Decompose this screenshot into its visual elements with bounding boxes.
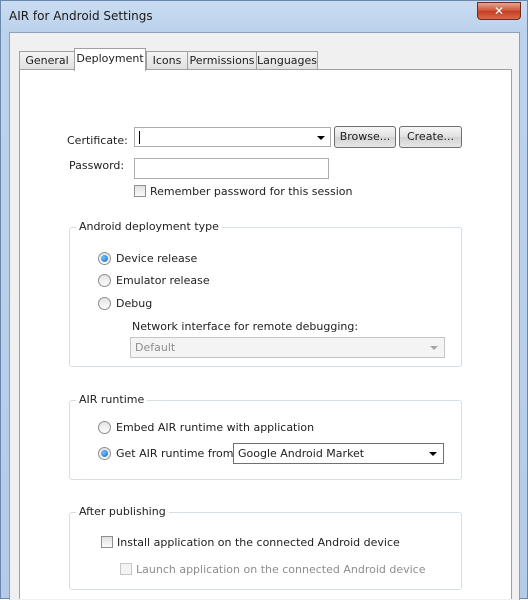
- tab-permissions[interactable]: Permissions: [187, 51, 257, 69]
- browse-button[interactable]: Browse...: [334, 126, 396, 148]
- chevron-down-icon: [317, 136, 325, 140]
- remember-password-checkbox[interactable]: [134, 185, 146, 197]
- password-label: Password:: [69, 159, 125, 172]
- tab-deployment[interactable]: Deployment: [74, 48, 146, 71]
- deployment-type-group: Android deployment type Device release E…: [69, 220, 462, 367]
- install-app-checkbox[interactable]: [101, 536, 113, 548]
- air-runtime-group: AIR runtime Embed AIR runtime with appli…: [69, 393, 462, 480]
- debug-radio[interactable]: [98, 297, 111, 310]
- network-interface-value: Default: [135, 341, 176, 354]
- tab-permissions-label: Permissions: [189, 54, 255, 67]
- embed-runtime-radio[interactable]: [98, 421, 111, 434]
- tab-general-label: General: [25, 54, 69, 67]
- air-runtime-title: AIR runtime: [76, 393, 148, 406]
- certificate-label: Certificate:: [67, 134, 128, 147]
- tab-icons-label: Icons: [152, 54, 182, 67]
- emulator-release-label[interactable]: Emulator release: [116, 274, 210, 287]
- embed-runtime-label[interactable]: Embed AIR runtime with application: [116, 421, 314, 434]
- network-interface-select[interactable]: Default: [130, 337, 445, 358]
- tab-languages-label: Languages: [257, 54, 318, 67]
- window-title: AIR for Android Settings: [9, 9, 153, 23]
- get-runtime-radio[interactable]: [98, 447, 111, 460]
- create-button-label: Create...: [406, 130, 455, 143]
- tab-languages[interactable]: Languages: [256, 51, 318, 69]
- launch-app-label[interactable]: Launch application on the connected Andr…: [136, 563, 426, 576]
- title-bar[interactable]: AIR for Android Settings ✕: [1, 1, 527, 32]
- chevron-down-icon: [430, 346, 438, 350]
- install-app-label[interactable]: Install application on the connected And…: [117, 536, 400, 549]
- tab-icons[interactable]: Icons: [146, 51, 188, 69]
- password-input[interactable]: [134, 158, 329, 179]
- emulator-release-radio[interactable]: [98, 274, 111, 287]
- device-release-label[interactable]: Device release: [116, 252, 197, 265]
- browse-button-label: Browse...: [339, 130, 391, 143]
- chevron-down-icon: [429, 452, 437, 456]
- close-button[interactable]: ✕: [477, 2, 521, 20]
- deployment-type-title: Android deployment type: [76, 220, 222, 233]
- device-release-radio[interactable]: [98, 252, 111, 265]
- network-interface-label: Network interface for remote debugging:: [132, 320, 359, 333]
- deployment-panel: Certificate: Browse... Create... Passwor…: [19, 69, 512, 599]
- remember-password-label[interactable]: Remember password for this session: [150, 185, 353, 198]
- debug-label[interactable]: Debug: [116, 297, 152, 310]
- get-runtime-label[interactable]: Get AIR runtime from:: [116, 447, 237, 460]
- certificate-combo[interactable]: [134, 127, 331, 147]
- create-button[interactable]: Create...: [399, 126, 462, 148]
- tab-deployment-label: Deployment: [76, 52, 144, 65]
- after-publishing-title: After publishing: [76, 505, 169, 518]
- launch-app-checkbox[interactable]: [120, 563, 132, 575]
- runtime-source-select[interactable]: Google Android Market: [233, 443, 444, 464]
- text-caret: [139, 131, 140, 144]
- after-publishing-group: After publishing Install application on …: [69, 505, 462, 590]
- tab-general[interactable]: General: [19, 51, 75, 69]
- runtime-source-value: Google Android Market: [238, 447, 365, 460]
- close-icon: ✕: [493, 4, 505, 18]
